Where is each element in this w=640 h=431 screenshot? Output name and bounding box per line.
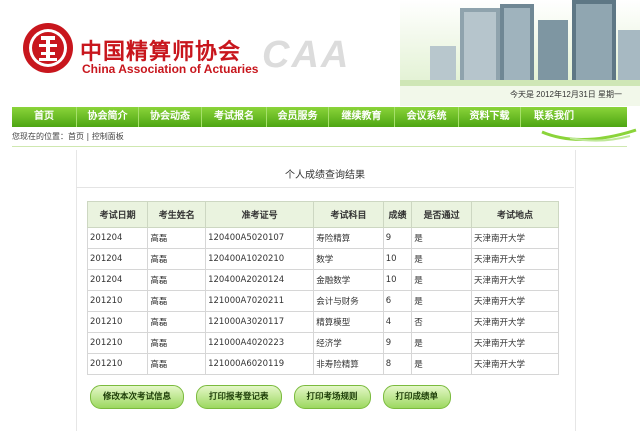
cell-candidate-name: 高磊	[147, 290, 207, 312]
breadcrumb: 您现在的位置：首页 | 控制面板	[12, 131, 124, 142]
table-row: 201210 高磊 121000A4020223 经济学 9 是 天津南开大学	[86, 332, 560, 354]
cell-admission-number: 121000A7020211	[205, 290, 315, 312]
cell-exam-location: 天津南开大学	[470, 269, 560, 291]
breadcrumb-prefix: 您现在的位置：	[12, 132, 68, 141]
cell-exam-location: 天津南开大学	[470, 332, 560, 354]
cell-score: 9	[382, 227, 413, 249]
score-results-table: 考试日期 考生姓名 准考证号 考试科目 成绩 是否通过 考试地点 201204 …	[86, 201, 560, 375]
table-row: 201210 高磊 121000A7020211 会计与财务 6 是 天津南开大…	[86, 290, 560, 312]
nav-swirl-decoration	[541, 128, 637, 142]
table-row: 201210 高磊 121000A6020119 非寿险精算 8 是 天津南开大…	[86, 353, 560, 375]
nav-about[interactable]: 协会简介	[77, 107, 139, 127]
col-score: 成绩	[382, 201, 413, 228]
print-score-report-button[interactable]: 打印成绩单	[382, 385, 452, 409]
cell-exam-subject: 会计与财务	[313, 290, 384, 312]
cell-passed: 是	[411, 332, 472, 354]
cell-exam-subject: 非寿险精算	[313, 353, 384, 375]
table-row: 201204 高磊 120400A5020107 寿险精算 9 是 天津南开大学	[86, 227, 560, 249]
table-row: 201204 高磊 120400A1020210 数学 10 是 天津南开大学	[86, 248, 560, 270]
cell-score: 10	[382, 269, 413, 291]
table-row: 201210 高磊 121000A3020117 精算模型 4 否 天津南开大学	[86, 311, 560, 333]
col-exam-location: 考试地点	[470, 201, 560, 228]
breadcrumb-separator: |	[86, 132, 90, 141]
cell-passed: 是	[411, 290, 472, 312]
main-nav: 首页 协会简介 协会动态 考试报名 会员服务 继续教育 会议系统 资料下载 联系…	[12, 107, 627, 127]
breadcrumb-current[interactable]: 控制面板	[92, 132, 124, 141]
nav-member-services[interactable]: 会员服务	[267, 107, 329, 127]
cell-exam-subject: 数学	[313, 248, 384, 270]
cell-candidate-name: 高磊	[147, 332, 207, 354]
nav-continuing-education[interactable]: 继续教育	[329, 107, 395, 127]
cell-exam-date: 201204	[86, 269, 149, 291]
cell-exam-location: 天津南开大学	[470, 248, 560, 270]
cell-exam-location: 天津南开大学	[470, 311, 560, 333]
site-header: 中国精算师协会 China Association of Actuaries C…	[0, 0, 640, 106]
cell-exam-date: 201210	[86, 290, 149, 312]
cell-exam-subject: 金融数学	[313, 269, 384, 291]
table-header-row: 考试日期 考生姓名 准考证号 考试科目 成绩 是否通过 考试地点	[86, 201, 560, 228]
cell-passed: 是	[411, 227, 472, 249]
cell-exam-subject: 精算模型	[313, 311, 384, 333]
cell-exam-date: 201210	[86, 311, 149, 333]
cell-score: 10	[382, 248, 413, 270]
breadcrumb-home-link[interactable]: 首页	[68, 132, 84, 141]
cell-candidate-name: 高磊	[147, 311, 207, 333]
cell-exam-date: 201204	[86, 227, 149, 249]
cell-candidate-name: 高磊	[147, 353, 207, 375]
cell-exam-subject: 寿险精算	[313, 227, 384, 249]
cell-exam-date: 201204	[86, 248, 149, 270]
cell-exam-date: 201210	[86, 332, 149, 354]
cell-candidate-name: 高磊	[147, 248, 207, 270]
col-passed: 是否通过	[411, 201, 472, 228]
breadcrumb-divider	[12, 146, 627, 147]
cell-score: 8	[382, 353, 413, 375]
cell-admission-number: 121000A6020119	[205, 353, 315, 375]
col-exam-subject: 考试科目	[313, 201, 384, 228]
cell-passed: 否	[411, 311, 472, 333]
table-row: 201204 高磊 120400A2020124 金融数学 10 是 天津南开大…	[86, 269, 560, 291]
cell-exam-subject: 经济学	[313, 332, 384, 354]
cell-passed: 是	[411, 248, 472, 270]
print-exam-rules-button[interactable]: 打印考场规则	[293, 385, 371, 409]
cell-admission-number: 120400A2020124	[205, 269, 315, 291]
cell-exam-location: 天津南开大学	[470, 290, 560, 312]
cell-score: 6	[382, 290, 413, 312]
action-buttons: 修改本次考试信息 打印报考登记表 打印考场规则 打印成绩单	[90, 385, 452, 409]
edit-exam-info-button[interactable]: 修改本次考试信息	[90, 385, 185, 409]
print-registration-form-button[interactable]: 打印报考登记表	[196, 385, 282, 409]
cell-exam-date: 201210	[86, 353, 149, 375]
cell-passed: 是	[411, 353, 472, 375]
cell-passed: 是	[411, 269, 472, 291]
cell-exam-location: 天津南开大学	[470, 353, 560, 375]
nav-conference-system[interactable]: 会议系统	[395, 107, 459, 127]
nav-exam-registration[interactable]: 考试报名	[202, 107, 267, 127]
nav-home[interactable]: 首页	[12, 107, 77, 127]
cell-candidate-name: 高磊	[147, 227, 207, 249]
caa-watermark: CAA	[262, 34, 351, 76]
logo-english-name: China Association of Actuaries	[82, 62, 259, 76]
page-title: 个人成绩查询结果	[285, 170, 365, 181]
cell-admission-number: 121000A3020117	[205, 311, 315, 333]
nav-news[interactable]: 协会动态	[139, 107, 202, 127]
cell-admission-number: 121000A4020223	[205, 332, 315, 354]
cell-exam-location: 天津南开大学	[470, 227, 560, 249]
nav-contact[interactable]: 联系我们	[521, 107, 587, 127]
col-admission-number: 准考证号	[205, 201, 315, 228]
cell-admission-number: 120400A5020107	[205, 227, 315, 249]
cell-score: 4	[382, 311, 413, 333]
col-candidate-name: 考生姓名	[147, 201, 207, 228]
cell-score: 9	[382, 332, 413, 354]
current-date: 今天是 2012年12月31日 星期一	[509, 90, 622, 99]
title-divider	[76, 187, 574, 188]
nav-downloads[interactable]: 资料下载	[459, 107, 521, 127]
col-exam-date: 考试日期	[86, 201, 149, 228]
cell-admission-number: 120400A1020210	[205, 248, 315, 270]
cell-candidate-name: 高磊	[147, 269, 207, 291]
caa-seal-logo	[23, 23, 73, 73]
